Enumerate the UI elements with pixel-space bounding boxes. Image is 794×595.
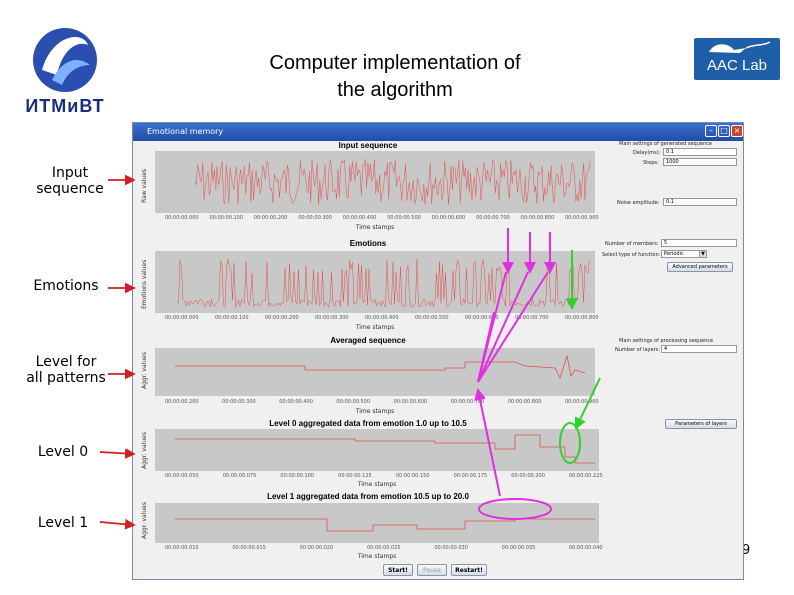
annotation-overlay	[99, 174, 601, 530]
level0-arrow	[99, 448, 136, 459]
level1-arrow	[99, 518, 136, 530]
